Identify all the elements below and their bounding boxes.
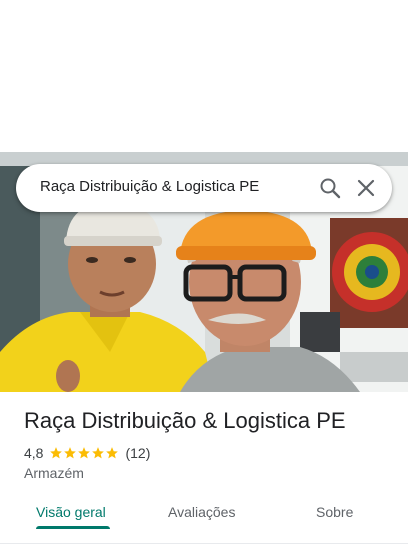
close-icon[interactable] — [354, 176, 378, 200]
active-tab-indicator — [36, 526, 110, 529]
tab-bar: Visão geral Avaliações Sobre — [0, 496, 408, 544]
star-icon — [92, 447, 105, 459]
rating-row: 4,8 (12) — [24, 444, 150, 462]
star-rating — [49, 446, 119, 460]
search-bar[interactable]: Raça Distribuição & Logistica PE — [16, 164, 392, 212]
review-count-link[interactable]: (12) — [125, 445, 150, 461]
place-title: Raça Distribuição & Logistica PE — [24, 408, 346, 433]
star-icon — [50, 447, 63, 459]
tab-reviews[interactable]: Avaliações — [168, 504, 235, 520]
tab-about[interactable]: Sobre — [316, 504, 353, 520]
star-icon — [78, 447, 91, 459]
search-icon[interactable] — [318, 176, 342, 200]
search-input[interactable]: Raça Distribuição & Logistica PE — [40, 178, 259, 195]
map-blank-area — [0, 0, 408, 152]
star-icon — [64, 447, 77, 459]
star-icon — [106, 447, 119, 459]
tab-overview[interactable]: Visão geral — [36, 504, 106, 520]
rating-value: 4,8 — [24, 445, 44, 461]
place-category: Armazém — [24, 465, 84, 481]
